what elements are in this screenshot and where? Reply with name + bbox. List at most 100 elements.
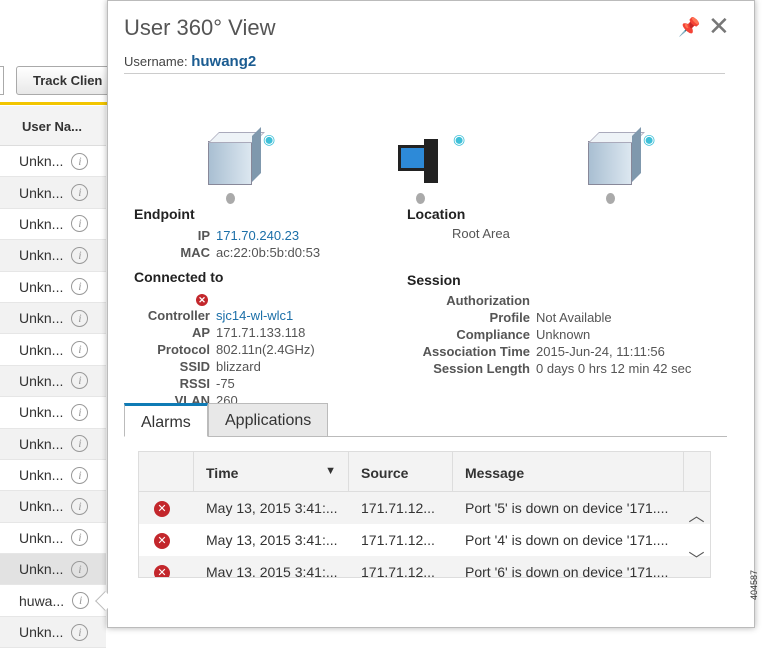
ssid-value: blizzard xyxy=(216,359,261,374)
critical-alarm-icon: ✕ xyxy=(154,533,170,549)
tab-applications[interactable]: Applications xyxy=(208,403,328,437)
alarm-message: Port '6' is down on device '171.... xyxy=(465,564,669,578)
alarm-source: 171.71.12... xyxy=(361,564,435,578)
alarm-row[interactable]: ✕ May 13, 2015 3:41:... 171.71.12... Port '… xyxy=(139,556,710,578)
info-icon[interactable]: i xyxy=(71,341,89,359)
username-cell: Unkn... xyxy=(19,498,64,515)
location-value: Root Area xyxy=(452,226,510,241)
table-row[interactable]: Unkn... i xyxy=(0,428,106,460)
device-endpoint-icon[interactable]: ◉ xyxy=(208,131,275,204)
username-cell: Unkn... xyxy=(19,435,64,452)
info-icon[interactable]: i xyxy=(71,184,89,202)
connected-heading: Connected to xyxy=(134,269,224,285)
table-row[interactable]: Unkn... i xyxy=(0,491,106,523)
table-row[interactable]: Unkn... i xyxy=(0,240,106,272)
table-row[interactable]: Unkn... i xyxy=(0,334,106,366)
alarm-row[interactable]: ✕ May 13, 2015 3:41:... 171.71.12... Port '… xyxy=(139,492,710,524)
table-row[interactable]: Unkn... i xyxy=(0,365,106,398)
ip-link[interactable]: 171.70.240.23 xyxy=(216,228,299,243)
table-row[interactable]: Unkn... i xyxy=(0,616,106,648)
username-cell: Unkn... xyxy=(19,310,64,327)
info-icon[interactable]: i xyxy=(71,529,89,547)
location-pin-icon xyxy=(606,193,615,204)
popup-title: User 360° View xyxy=(124,15,276,40)
info-icon[interactable]: i xyxy=(71,435,89,453)
alarm-time: May 13, 2015 3:41:... xyxy=(206,532,338,548)
association-time-value: 2015-Jun-24, 11:11:56 xyxy=(536,344,665,359)
track-clients-button[interactable]: Track Clien xyxy=(16,66,116,95)
username-cell: Unkn... xyxy=(19,247,64,264)
wifi-icon: ◉ xyxy=(643,131,656,147)
time-column-header[interactable]: Time ▼ xyxy=(194,452,349,491)
username-cell: Unkn... xyxy=(19,153,64,170)
controller-link[interactable]: sjc14-wl-wlc1 xyxy=(216,308,293,323)
scrollbar[interactable]: ︿ ﹀ xyxy=(683,492,710,577)
sort-desc-icon[interactable]: ▼ xyxy=(325,465,336,478)
alarm-message: Port '4' is down on device '171.... xyxy=(465,532,669,548)
rssi-value: -75 xyxy=(216,376,235,391)
info-icon[interactable]: i xyxy=(71,497,89,515)
ssid-label: SSID xyxy=(179,359,210,374)
username-value: huwang2 xyxy=(191,53,257,70)
error-icon: ✕ xyxy=(196,294,208,306)
source-column-header[interactable]: Source xyxy=(349,452,453,491)
location-pin-icon xyxy=(416,193,425,204)
critical-alarm-icon: ✕ xyxy=(154,501,170,517)
ip-label: IP xyxy=(197,228,210,243)
table-row[interactable]: huwa... i xyxy=(0,585,106,617)
tab-bar: Alarms Applications xyxy=(124,403,727,437)
info-icon[interactable]: i xyxy=(71,215,89,233)
message-column-header[interactable]: Message xyxy=(453,452,684,491)
device-ap-icon[interactable]: ◉ xyxy=(588,131,655,204)
username-cell: Unkn... xyxy=(19,624,64,641)
table-row[interactable]: Unkn... i xyxy=(0,554,106,586)
table-row[interactable]: Unkn... i xyxy=(0,209,106,241)
username-cell: Unkn... xyxy=(19,561,64,578)
scroll-down-icon[interactable]: ﹀ xyxy=(683,546,710,570)
alarm-time: May 13, 2015 3:41:... xyxy=(206,564,338,578)
location-heading: Location xyxy=(407,206,466,222)
alarms-header: Time ▼ Source Message xyxy=(139,452,710,492)
info-icon[interactable]: i xyxy=(71,560,89,578)
table-row[interactable]: Unkn... i xyxy=(0,460,106,492)
username-label: Username: xyxy=(124,54,188,69)
table-row[interactable]: Unkn... i xyxy=(0,177,106,209)
info-icon[interactable]: i xyxy=(71,152,89,170)
info-icon[interactable]: i xyxy=(71,403,89,421)
tab-alarms[interactable]: Alarms xyxy=(124,403,208,437)
controller-label: Controller xyxy=(147,308,210,323)
alarm-source: 171.71.12... xyxy=(361,500,435,516)
table-row[interactable]: Unkn... i xyxy=(0,272,106,303)
ap-value: 171.71.133.118 xyxy=(216,325,306,340)
info-icon[interactable]: i xyxy=(71,372,89,390)
table-row[interactable]: Unkn... i xyxy=(0,302,106,335)
info-icon[interactable]: i xyxy=(72,592,90,610)
protocol-value: 802.11n(2.4GHz) xyxy=(216,342,315,357)
computer-icon[interactable]: ◉ xyxy=(398,131,465,204)
icon-column-header xyxy=(139,452,194,491)
close-icon[interactable]: ✕ xyxy=(708,11,730,42)
info-icon[interactable]: i xyxy=(71,466,89,484)
table-row[interactable]: Unkn... i xyxy=(0,523,106,555)
alarm-row[interactable]: ✕ May 13, 2015 3:41:... 171.71.12... Port '… xyxy=(139,524,710,556)
scroll-up-icon[interactable]: ︿ xyxy=(683,502,710,526)
location-pin-icon xyxy=(226,193,235,204)
table-row[interactable]: Unkn... i xyxy=(0,146,106,178)
ap-label: AP xyxy=(191,325,210,340)
table-row[interactable]: Unkn... i xyxy=(0,397,106,429)
info-icon[interactable]: i xyxy=(71,309,89,327)
username-cell: Unkn... xyxy=(19,529,64,546)
auth-profile-value: Not Available xyxy=(536,310,612,325)
info-icon[interactable]: i xyxy=(71,246,89,264)
auth-profile-label: Authorization Profile xyxy=(446,293,530,325)
endpoint-details: IP 171.70.240.23 MAC ac:22:0b:5b:d0:53 xyxy=(134,227,320,261)
session-length-label: Session Length xyxy=(433,361,530,376)
column-header-username[interactable]: User Na... xyxy=(0,106,106,146)
info-icon[interactable]: i xyxy=(71,278,89,296)
info-icon[interactable]: i xyxy=(71,623,89,641)
pin-icon[interactable]: 📌 xyxy=(678,17,700,38)
critical-alarm-icon: ✕ xyxy=(154,565,170,577)
rssi-label: RSSI xyxy=(179,376,210,391)
session-heading: Session xyxy=(407,272,461,288)
mac-label: MAC xyxy=(180,245,210,260)
